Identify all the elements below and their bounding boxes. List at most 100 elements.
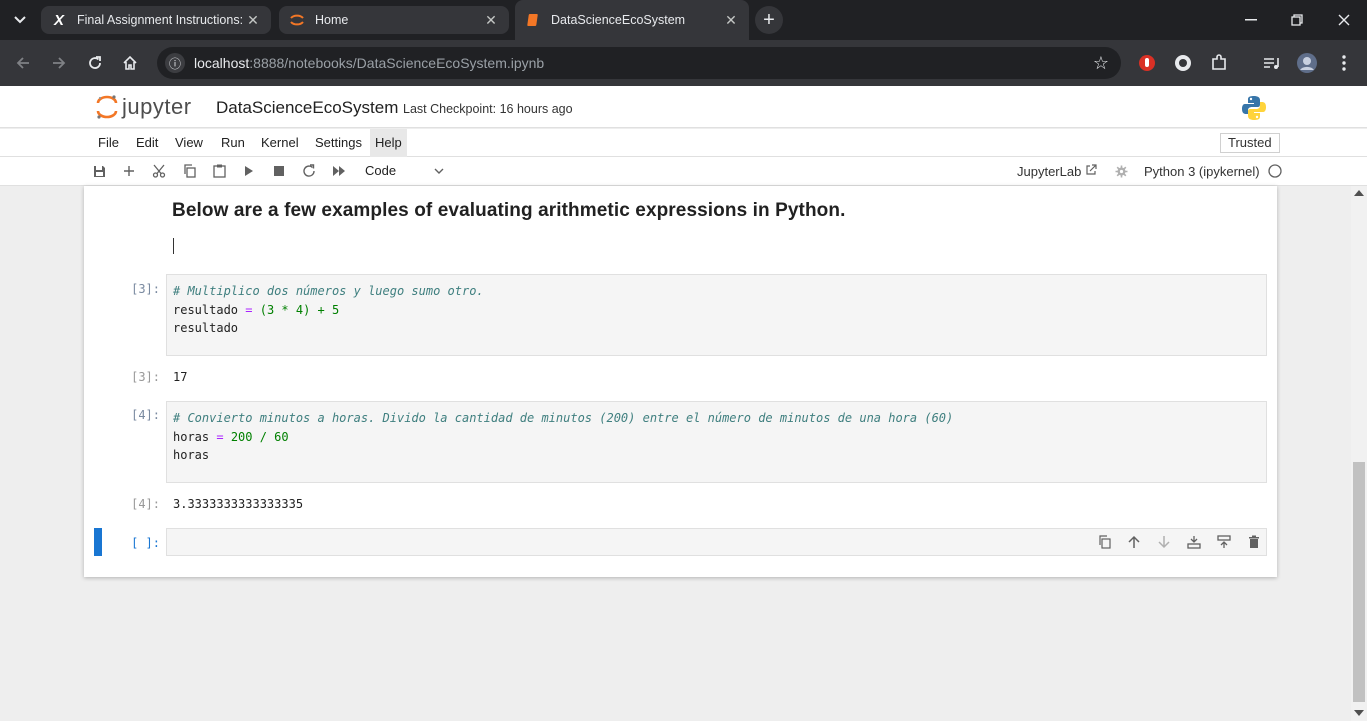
cut-icon[interactable] (151, 163, 167, 179)
jupyterlab-link-label: JupyterLab (1017, 164, 1082, 179)
extension-red-hand-icon[interactable] (1136, 52, 1158, 74)
close-icon[interactable]: ✕ (483, 12, 499, 28)
scroll-down-arrow-icon[interactable] (1354, 710, 1364, 716)
menu-bar: File Edit View Run Kernel Settings Help … (0, 129, 1367, 157)
notebook-area: Below are a few examples of evaluating a… (0, 186, 1351, 721)
text-cursor (173, 238, 174, 254)
tab-title: DataScienceEcoSystem (551, 13, 686, 27)
run-icon[interactable] (241, 163, 257, 179)
code-line: horas = 200 / 60 (173, 428, 1260, 447)
back-arrow-icon[interactable] (11, 51, 35, 75)
code-variable: horas (173, 429, 210, 444)
jupyter-logo-icon (96, 95, 118, 119)
move-up-arrow-icon[interactable] (1126, 534, 1142, 550)
cell-output: 17 (173, 370, 188, 384)
tab-title: Home (315, 13, 349, 27)
output-prompt: [4]: (131, 497, 160, 511)
menu-file[interactable]: File (93, 129, 124, 157)
python-logo-icon (1240, 94, 1268, 127)
menu-edit[interactable]: Edit (131, 129, 163, 157)
extension-circle-icon[interactable] (1172, 52, 1194, 74)
scrollbar-thumb[interactable] (1353, 462, 1365, 702)
code-line: horas (173, 448, 210, 462)
home-icon[interactable] (118, 51, 142, 75)
add-cell-icon[interactable] (121, 163, 137, 179)
input-prompt: [3]: (131, 282, 160, 296)
browser-tab-notebook[interactable]: DataScienceEcoSystem ✕ (515, 0, 749, 40)
browser-tab-assignment[interactable]: X Final Assignment Instructions: C ✕ (41, 6, 271, 34)
scroll-up-arrow-icon[interactable] (1354, 190, 1364, 196)
close-icon[interactable]: ✕ (245, 12, 261, 28)
code-operator: = (209, 429, 231, 444)
browser-tab-strip: X Final Assignment Instructions: C ✕ Hom… (0, 0, 1367, 40)
delete-cell-icon[interactable] (1246, 534, 1262, 550)
insert-cell-below-icon[interactable] (1216, 534, 1232, 550)
jupyter-header: jupyter DataScienceEcoSystem Last Checkp… (0, 86, 1367, 128)
insert-cell-above-icon[interactable] (1186, 534, 1202, 550)
reload-icon[interactable] (83, 51, 107, 75)
notebook-title[interactable]: DataScienceEcoSystem (216, 98, 398, 118)
extensions-puzzle-icon[interactable] (1208, 52, 1230, 74)
move-down-arrow-icon[interactable] (1156, 534, 1172, 550)
copy-icon[interactable] (181, 163, 197, 179)
duplicate-cell-icon[interactable] (1096, 534, 1112, 550)
output-prompt: [3]: (131, 370, 160, 384)
notebook-panel: Below are a few examples of evaluating a… (84, 186, 1277, 577)
external-link-icon (1085, 164, 1097, 179)
paste-icon[interactable] (211, 163, 227, 179)
jupyterlab-link[interactable]: JupyterLab (1017, 164, 1097, 179)
code-cell-editor[interactable]: # Multiplico dos números y luego sumo ot… (166, 274, 1267, 356)
kernel-status-icon (1267, 163, 1283, 179)
x-icon: X (53, 11, 64, 29)
minimize-icon[interactable] (1239, 8, 1263, 32)
profile-avatar[interactable] (1296, 52, 1318, 74)
url-text[interactable]: localhost:8888/notebooks/DataScienceEcoS… (194, 55, 544, 71)
menu-view[interactable]: View (170, 129, 208, 157)
media-controls-icon[interactable] (1260, 52, 1282, 74)
bookmark-star-icon[interactable]: ☆ (1093, 53, 1109, 74)
forward-arrow-icon[interactable] (47, 51, 71, 75)
restore-icon[interactable] (1285, 8, 1309, 32)
close-icon[interactable]: ✕ (723, 12, 739, 28)
chevron-down-icon (434, 161, 444, 187)
code-comment: # Convierto minutos a horas. Divido la c… (173, 411, 954, 425)
code-expression: (3 * 4) + 5 (259, 302, 340, 317)
menu-run[interactable]: Run (216, 129, 250, 157)
cell-type-value: Code (365, 163, 397, 178)
kernel-name[interactable]: Python 3 (ipykernel) (1144, 164, 1260, 179)
input-prompt: [4]: (131, 408, 160, 422)
cell-type-select[interactable]: Code (360, 161, 446, 181)
browser-menu-icon[interactable] (1333, 52, 1355, 74)
trusted-indicator[interactable]: Trusted (1220, 133, 1280, 153)
stop-icon[interactable] (271, 163, 287, 179)
settings-gear-icon[interactable] (1113, 163, 1129, 179)
menu-help[interactable]: Help (370, 129, 407, 157)
tab-search-chevron-icon[interactable] (10, 10, 30, 30)
menu-settings[interactable]: Settings (310, 129, 367, 157)
code-variable: resultado (173, 302, 239, 317)
browser-tab-home[interactable]: Home ✕ (279, 6, 509, 34)
address-bar[interactable]: ⓘ localhost:8888/notebooks/DataScienceEc… (157, 47, 1121, 79)
code-line: resultado = (3 * 4) + 5 (173, 301, 1260, 320)
code-expression: 200 / 60 (230, 429, 289, 444)
cell-output: 3.3333333333333335 (173, 497, 304, 511)
notebook-toolbar: Code JupyterLab Python 3 (ipykernel) (0, 157, 1367, 186)
site-info-icon[interactable]: ⓘ (165, 53, 185, 73)
tab-title: Final Assignment Instructions: C (77, 13, 245, 27)
menu-kernel[interactable]: Kernel (256, 129, 304, 157)
input-prompt: [ ]: (131, 536, 160, 550)
restart-run-all-icon[interactable] (331, 163, 347, 179)
code-cell-editor[interactable]: # Convierto minutos a horas. Divido la c… (166, 401, 1267, 483)
notebook-icon (525, 12, 541, 28)
last-checkpoint: Last Checkpoint: 16 hours ago (403, 102, 573, 116)
markdown-heading: Below are a few examples of evaluating a… (172, 200, 846, 221)
jupyter-logo[interactable]: jupyter (96, 94, 192, 120)
active-cell-indicator (94, 528, 102, 556)
browser-toolbar: ⓘ localhost:8888/notebooks/DataScienceEc… (0, 40, 1367, 86)
vertical-scrollbar[interactable] (1351, 186, 1367, 721)
save-icon[interactable] (91, 163, 107, 179)
jupyter-icon (289, 12, 305, 28)
close-window-icon[interactable] (1332, 8, 1356, 32)
restart-icon[interactable] (301, 163, 317, 179)
new-tab-button[interactable]: + (755, 6, 783, 34)
